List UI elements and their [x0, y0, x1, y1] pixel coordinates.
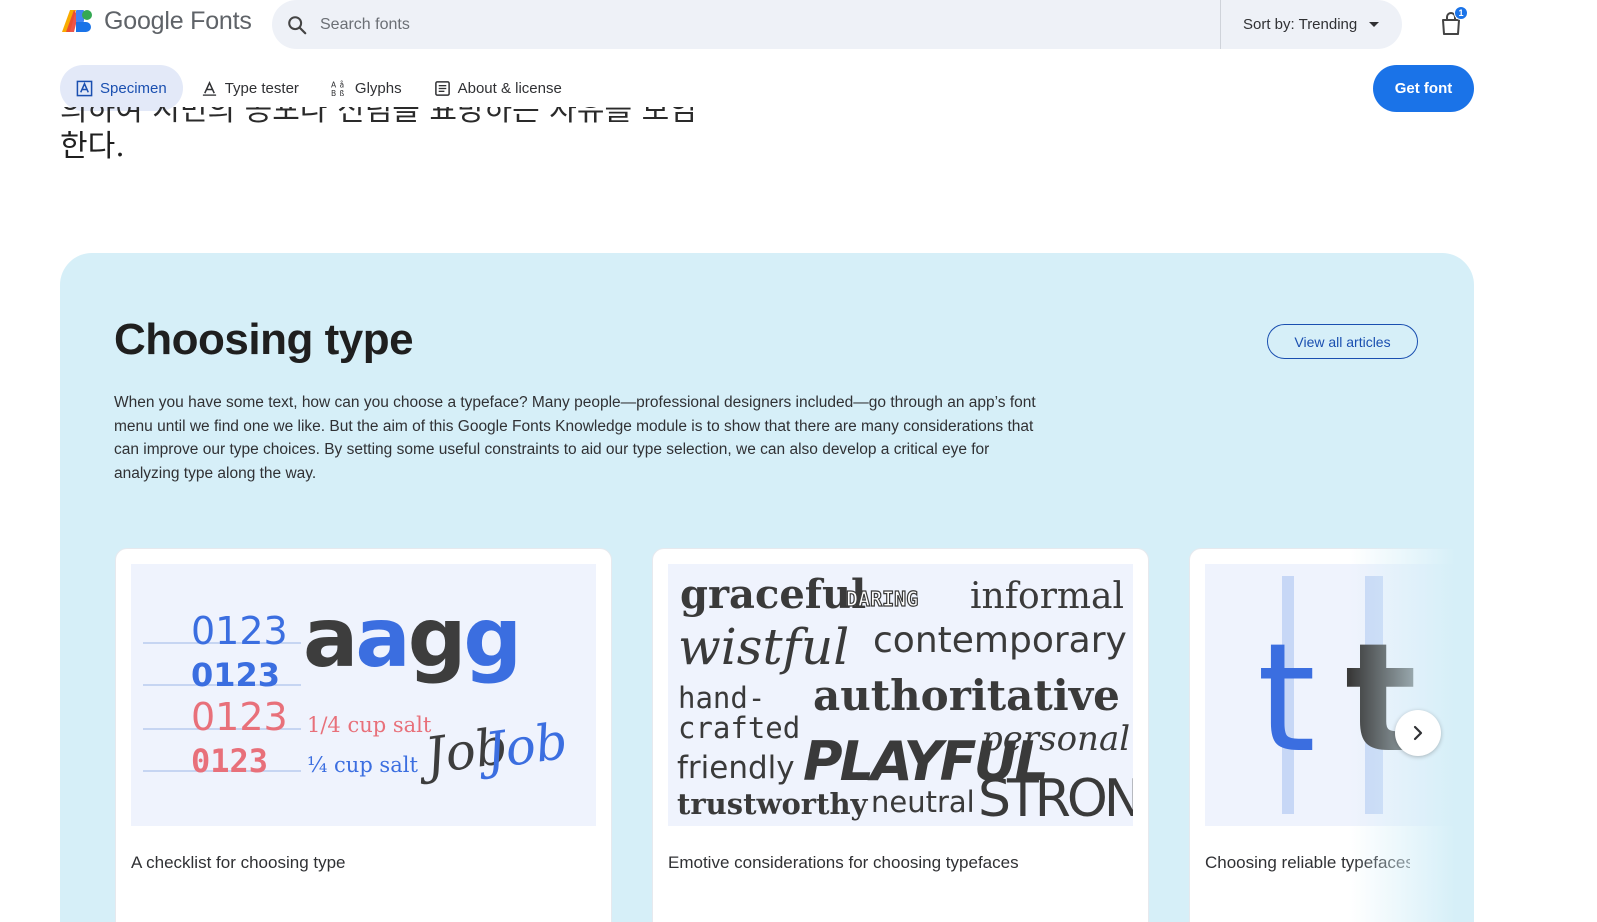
about-icon: [434, 80, 450, 96]
tab-label: Specimen: [100, 79, 167, 97]
word-informal: informal: [970, 576, 1124, 617]
sort-label: Sort by: Trending: [1243, 16, 1358, 33]
carousel-next-button[interactable]: [1395, 710, 1441, 756]
get-font-button[interactable]: Get font: [1373, 65, 1474, 112]
word-graceful: graceful: [680, 571, 866, 618]
digits-sample-1: 0123: [191, 609, 288, 653]
glyphs-icon: A å B ß: [331, 80, 345, 97]
word-crafted: crafted: [678, 711, 800, 745]
word-friendly: friendly: [677, 750, 795, 786]
digits-sample-4: 0123: [191, 742, 268, 780]
word-hand: hand-: [678, 681, 765, 715]
article-title: A checklist for choosing type: [131, 853, 346, 872]
digits-sample-2: 0123: [191, 656, 280, 694]
article-card[interactable]: graceful DARING informal wistful contemp…: [652, 548, 1149, 922]
tab-type-tester[interactable]: Type tester: [187, 65, 313, 111]
article-title: Choosing reliable typefaces: [1205, 853, 1410, 872]
word-authoritative: authoritative: [813, 671, 1120, 720]
word-personal: personal: [981, 719, 1130, 759]
word-wistful: wistful: [678, 618, 849, 676]
article-thumbnail: 0123 0123 0123 0123 aagg 1/4 cup salt ¼ …: [131, 564, 596, 826]
letter-t-blue: t: [1257, 612, 1316, 786]
svg-text:ß: ß: [339, 89, 344, 97]
tab-specimen[interactable]: Specimen: [60, 65, 183, 111]
specimen-line-clipped: 의하여 시민의 공포나 신념을 표방하는 자유를 보임: [60, 107, 760, 129]
cart-count-badge: 1: [1454, 6, 1468, 20]
reliable-typefaces-illustration: t t: [1205, 564, 1474, 826]
specimen-tabs: Specimen Type tester A å B ß Glyphs Abou…: [60, 65, 576, 111]
specimen-line-1: 의하여 시민의 공포나 신념을 표방하는 자유를 보임: [60, 107, 697, 128]
article-thumbnail: t t: [1205, 564, 1474, 826]
word-neutral: neutral: [871, 785, 975, 819]
checklist-illustration: 0123 0123 0123 0123 aagg 1/4 cup salt ¼ …: [131, 564, 596, 826]
word-strong: STRONG: [978, 769, 1133, 826]
google-fonts-logo-icon: [62, 10, 92, 32]
caret-down-icon: [1369, 22, 1380, 27]
chevron-right-icon: [1413, 725, 1423, 741]
top-bar: Google Fonts Search fonts Sort by: Trend…: [0, 0, 1597, 56]
section-title: Choosing type: [114, 315, 414, 364]
view-all-articles-button[interactable]: View all articles: [1267, 324, 1418, 359]
emotive-words-illustration: graceful DARING informal wistful contemp…: [668, 564, 1133, 826]
word-contemporary: contemporary: [873, 620, 1127, 661]
svg-text:aagg: aagg: [303, 591, 519, 686]
tab-glyphs[interactable]: A å B ß Glyphs: [317, 65, 416, 111]
search-icon: [288, 15, 307, 34]
specimen-icon: [76, 80, 93, 96]
article-thumbnail: graceful DARING informal wistful contemp…: [668, 564, 1133, 826]
svg-text:B: B: [331, 89, 336, 97]
tab-about-license[interactable]: About & license: [420, 65, 576, 111]
search-input[interactable]: Search fonts: [320, 16, 1220, 34]
digits-sample-3: 0123: [191, 695, 288, 739]
specimen-text: 의하여 시민의 공포나 신념을 표방하는 자유를 보임 한다.: [60, 107, 760, 165]
page: Google Fonts Search fonts Sort by: Trend…: [0, 0, 1597, 922]
sort-dropdown[interactable]: Sort by: Trending: [1220, 0, 1402, 49]
tab-label: About & license: [457, 79, 562, 97]
section-description: When you have some text, how can you cho…: [114, 394, 1036, 482]
tab-label: Glyphs: [354, 79, 402, 97]
tab-label: Type tester: [224, 79, 299, 97]
selected-families-button[interactable]: 1: [1436, 6, 1468, 39]
specimen-line-2: 한다.: [60, 129, 125, 164]
article-card[interactable]: 0123 0123 0123 0123 aagg 1/4 cup salt ¼ …: [115, 548, 612, 922]
article-title: Emotive considerations for choosing type…: [668, 853, 1019, 872]
word-trustworthy: trustworthy: [677, 787, 869, 821]
logo-text: Google Fonts: [104, 6, 252, 35]
type-tester-icon: [202, 80, 216, 96]
word-daring: DARING: [846, 587, 918, 611]
search-bar: Search fonts Sort by: Trending: [272, 0, 1402, 49]
fraction-sample-1: 1/4 cup salt: [307, 713, 432, 737]
google-fonts-logo[interactable]: Google Fonts: [60, 6, 252, 36]
letter-t-dark: t: [1345, 612, 1417, 786]
fraction-sample-2: ¼ cup salt: [307, 753, 418, 777]
choosing-type-section: Choosing type View all articles When you…: [60, 253, 1474, 922]
